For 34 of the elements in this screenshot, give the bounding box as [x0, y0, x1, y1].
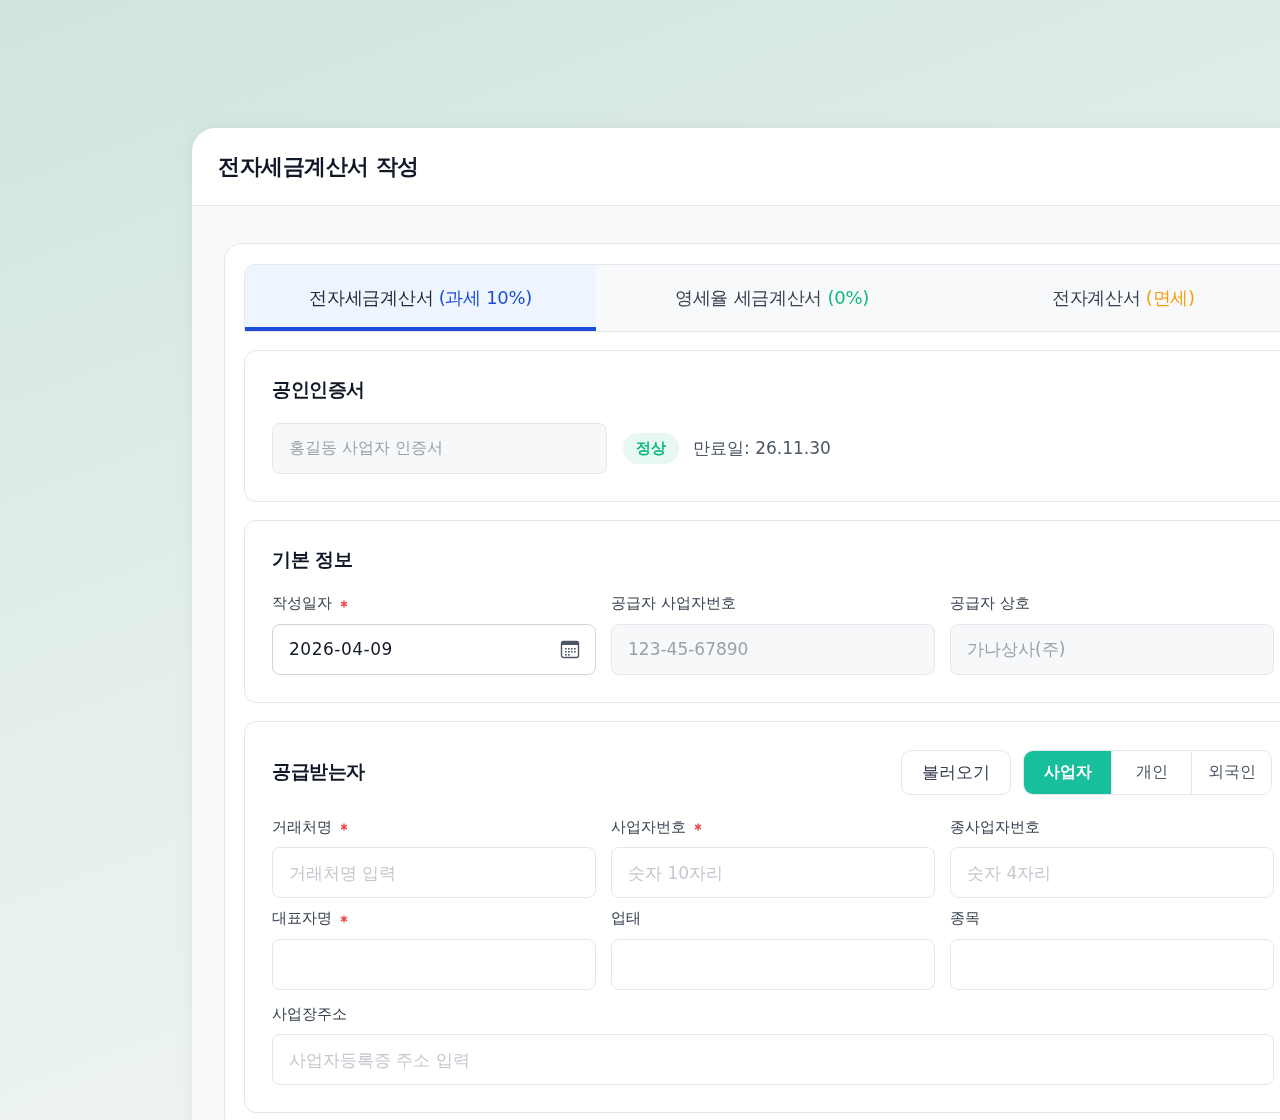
window-title: 전자세금계산서 작성	[218, 152, 419, 181]
expiry-date: 만료일: 26.11.30	[693, 437, 831, 460]
field-label: 거래처명	[272, 817, 332, 837]
status-badge: 정상	[623, 433, 679, 464]
input-field[interactable]: 거래처명 입력	[272, 847, 596, 898]
invoice-type-tab[interactable]: 전자계산서 (면세)	[947, 265, 1280, 331]
field-label: 공급자 사업자번호	[611, 594, 736, 613]
invoice-type-tab[interactable]: 영세율 세금계산서 (0%)	[596, 265, 948, 331]
recipient-type-toggle[interactable]: 외국인	[1191, 750, 1271, 794]
section-title: 공인인증서	[272, 377, 366, 402]
section-title: 기본 정보	[272, 547, 354, 572]
required-icon	[340, 823, 348, 831]
field-label: 사업장주소	[272, 1004, 347, 1024]
input-field[interactable]: 숫자 10자리	[611, 847, 935, 898]
field-label: 사업자번호	[611, 817, 686, 837]
section-title: 공급받는자	[272, 759, 365, 784]
input-field[interactable]	[611, 938, 935, 990]
field-label: 종목	[950, 909, 980, 928]
calendar-icon[interactable]	[560, 638, 580, 659]
address-field[interactable]: 사업자등록증 주소 입력	[272, 1034, 1274, 1085]
input-field[interactable]	[272, 938, 596, 990]
field-label: 종사업자번호	[950, 817, 1040, 837]
load-button[interactable]: 불러오기	[901, 749, 1011, 795]
field-label: 공급자 상호	[950, 594, 1030, 613]
date-field[interactable]: 2026-04-09	[272, 623, 596, 675]
required-icon	[340, 914, 348, 923]
input-field[interactable]	[950, 938, 1274, 990]
input-field[interactable]: 숫자 4자리	[950, 847, 1274, 898]
invoice-type-tab[interactable]: 전자세금계산서 (과세 10%)	[245, 265, 597, 331]
field-label: 작성일자	[272, 594, 332, 613]
field-label: 대표자명	[272, 909, 332, 928]
field-label: 업태	[611, 909, 641, 928]
required-icon	[694, 823, 702, 831]
required-icon	[340, 599, 348, 608]
